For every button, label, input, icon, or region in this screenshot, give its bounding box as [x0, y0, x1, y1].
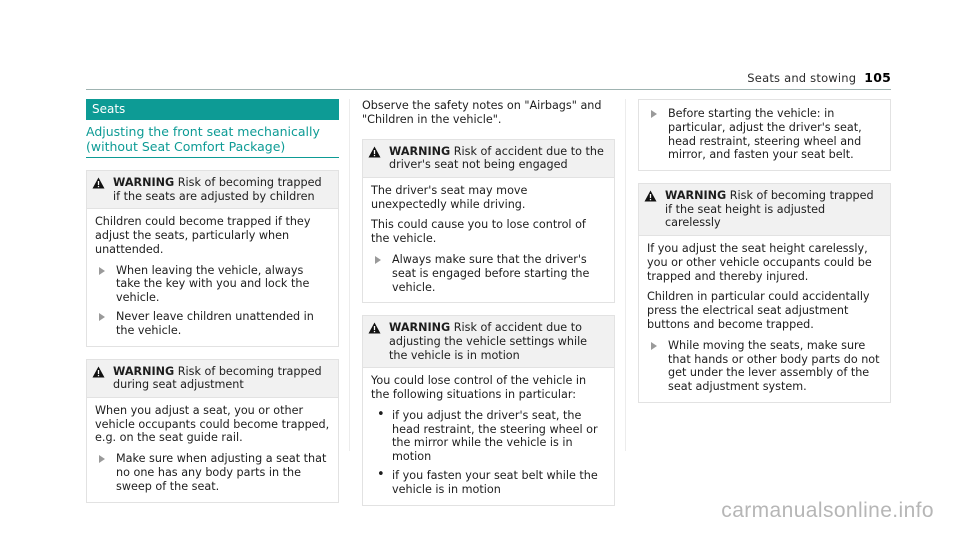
warning-block: WARNING Risk of accident due to the driv… [362, 138, 615, 304]
subheading-text: Adjusting the front seat mechanically (w… [86, 124, 320, 154]
warning-header: WARNING Risk of accident due to the driv… [363, 139, 614, 178]
list-item: if you adjust the driver's seat, the hea… [371, 408, 606, 464]
warning-paragraph: When you adjust a seat, you or other veh… [95, 403, 330, 445]
content-columns: Seats Adjusting the front seat mechanica… [86, 99, 892, 506]
list-item: Make sure when adjusting a seat that no … [95, 452, 330, 493]
page-number: 105 [864, 70, 891, 85]
warning-action-list: When leaving the vehicle, always take th… [95, 264, 330, 338]
intro-paragraph: Observe the safety notes on "Airbags" an… [362, 99, 602, 126]
header-section-title: Seats and stowing [747, 71, 857, 85]
column-3: Before starting the vehicle: in particul… [638, 99, 891, 403]
warning-block: WARNING Risk of becoming trapped if the … [638, 183, 891, 403]
header-text: Seats and stowing 105 [747, 70, 891, 85]
warning-paragraph: If you adjust the seat height carelessly… [647, 241, 872, 283]
warning-label: WARNING [113, 364, 175, 378]
watermark: carmanualsonline.info [721, 499, 934, 522]
warning-triangle-icon [92, 176, 106, 189]
warning-body: You could lose control of the vehicle in… [363, 368, 614, 504]
warning-header-text: WARNING Risk of becoming trapped during … [113, 365, 331, 392]
list-item: Always make sure that the driver's seat … [371, 253, 606, 294]
warning-triangle-icon [368, 321, 382, 334]
warning-action-list: Always make sure that the driver's seat … [371, 253, 606, 294]
warning-header: WARNING Risk of becoming trapped during … [87, 359, 338, 398]
list-item: Before starting the vehicle: in particul… [647, 107, 882, 162]
list-item: if you fasten your seat belt while the v… [371, 468, 606, 497]
warning-action-list: Make sure when adjusting a seat that no … [95, 452, 330, 493]
warning-paragraph: This could cause you to lose control of … [371, 218, 586, 246]
warning-block: WARNING Risk of becoming trapped during … [86, 358, 339, 503]
warning-label: WARNING [113, 176, 175, 189]
continued-action-block: Before starting the vehicle: in particul… [638, 99, 891, 172]
subheading-link[interactable]: Adjusting the front seat mechanically (w… [86, 124, 339, 158]
warning-paragraph: Children in particular could accidentall… [647, 290, 870, 331]
warning-paragraph: The driver's seat may move unexpectedly … [371, 183, 528, 211]
warning-block: WARNING Risk of becoming trapped if the … [86, 170, 339, 347]
warning-label: WARNING [389, 321, 451, 335]
section-chip-seats: Seats [86, 99, 339, 120]
warning-paragraph: Children could become trapped if they ad… [95, 215, 311, 256]
warning-body: When you adjust a seat, you or other veh… [87, 398, 338, 502]
list-item: When leaving the vehicle, always take th… [95, 264, 330, 305]
header-rule [86, 89, 891, 90]
warning-condition-list: if you adjust the driver's seat, the hea… [371, 408, 606, 497]
warning-header: WARNING Risk of becoming trapped if the … [87, 171, 338, 210]
column-1: Seats Adjusting the front seat mechanica… [86, 99, 339, 503]
warning-block: WARNING Risk of accident due to adjustin… [362, 315, 615, 506]
warning-header: WARNING Risk of becoming trapped if the … [639, 184, 890, 236]
list-item: Never leave children unattended in the v… [95, 310, 330, 338]
warning-body: The driver's seat may move unexpectedly … [363, 178, 614, 303]
warning-label: WARNING [389, 144, 451, 158]
warning-header-text: WARNING Risk of becoming trapped if the … [665, 189, 883, 230]
column-divider-2 [625, 99, 626, 451]
warning-label: WARNING [665, 189, 727, 203]
column-2: Observe the safety notes on "Airbags" an… [362, 99, 615, 506]
continued-action-list: Before starting the vehicle: in particul… [647, 107, 882, 162]
warning-triangle-icon [368, 145, 382, 158]
warning-triangle-icon [92, 365, 106, 378]
warning-action-list: While moving the seats, make sure that h… [647, 339, 882, 394]
running-header: Seats and stowing 105 [86, 70, 891, 92]
warning-triangle-icon [644, 189, 658, 202]
column-divider-1 [349, 99, 350, 451]
warning-body: Children could become trapped if they ad… [87, 209, 338, 345]
warning-header-text: WARNING Risk of accident due to the driv… [389, 145, 607, 172]
warning-paragraph: You could lose control of the vehicle in… [371, 374, 587, 401]
warning-header-text: WARNING Risk of becoming trapped if the … [113, 176, 331, 203]
warning-header-text: WARNING Risk of accident due to adjustin… [389, 321, 607, 362]
manual-page: Seats and stowing 105 Seats Adjusting the… [0, 0, 960, 533]
list-item: While moving the seats, make sure that h… [647, 339, 882, 394]
warning-header: WARNING Risk of accident due to adjustin… [363, 316, 614, 369]
warning-body: If you adjust the seat height carelessly… [639, 236, 890, 402]
